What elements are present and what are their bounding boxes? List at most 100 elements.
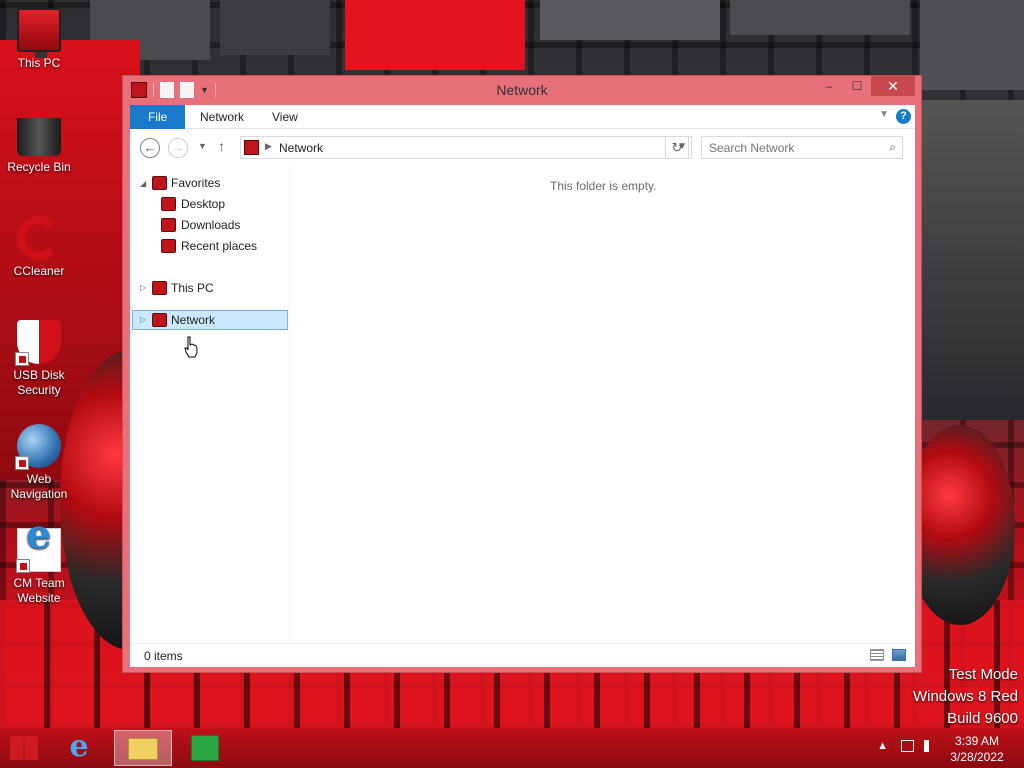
- tree-item-label: Favorites: [171, 176, 221, 190]
- favorites-icon: [152, 176, 167, 190]
- details-view-icon[interactable]: [870, 649, 884, 661]
- tree-item-recent-places[interactable]: Recent places: [161, 236, 281, 256]
- taskbar: e ▲ 3:39 AM 3/28/2022: [0, 728, 1024, 768]
- content-area: ◢ Favorites Desktop Downloads Recent pla…: [130, 165, 915, 643]
- wallpaper-block: [920, 0, 1024, 90]
- tree-item-label: Desktop: [181, 197, 226, 211]
- refresh-button[interactable]: ↻: [665, 136, 689, 159]
- close-button[interactable]: ✕: [871, 76, 915, 96]
- desktop-icon-recycle-bin[interactable]: Recycle Bin: [4, 112, 74, 175]
- downloads-icon: [161, 218, 176, 232]
- tab-view[interactable]: View: [260, 105, 310, 129]
- window-title: Network: [496, 82, 548, 98]
- shortcut-badge-icon: [16, 559, 30, 573]
- shield-icon: [15, 320, 61, 366]
- clock[interactable]: 3:39 AM 3/28/2022: [942, 733, 1012, 765]
- desktop-icon-label: CM Team Website: [13, 576, 65, 605]
- window-controls: – ☐ ✕: [815, 76, 915, 96]
- search-box[interactable]: ⌕: [701, 136, 903, 159]
- network-status-icon[interactable]: [901, 740, 914, 752]
- search-icon[interactable]: ⌕: [889, 140, 896, 155]
- tree-item-label: Downloads: [181, 218, 241, 232]
- search-input[interactable]: [702, 137, 872, 158]
- desktop-icon-label: USB Disk Security: [13, 368, 65, 397]
- taskbar-internet-explorer[interactable]: e: [50, 730, 108, 766]
- wallpaper-block: [220, 0, 330, 55]
- desktop-icon-label: This PC: [17, 56, 61, 70]
- tree-item-favorites[interactable]: ◢ Favorites: [140, 173, 280, 193]
- tree-item-label: Network: [171, 313, 216, 327]
- collapse-arrow-icon[interactable]: ◢: [140, 174, 146, 194]
- taskbar-file-explorer[interactable]: [114, 730, 172, 766]
- desktop-icon-this-pc[interactable]: This PC: [4, 8, 74, 71]
- monitor-icon: [17, 8, 61, 58]
- show-hidden-icons-icon[interactable]: ▲: [877, 740, 888, 752]
- expand-ribbon-chevron-icon[interactable]: ▼: [879, 109, 889, 120]
- up-button[interactable]: ↑: [218, 138, 225, 154]
- network-icon: [152, 313, 167, 327]
- tree-item-label: Recent places: [181, 239, 258, 253]
- test-mode-watermark: Test Mode Windows 8 Red Build 9600: [913, 664, 1018, 730]
- shortcut-badge-icon: [15, 352, 29, 366]
- recent-places-icon: [161, 239, 176, 253]
- internet-explorer-icon: [16, 527, 61, 573]
- clock-time: 3:39 AM: [954, 734, 1000, 748]
- wallpaper-block: [920, 100, 1024, 420]
- address-text[interactable]: Network: [279, 141, 323, 155]
- wallpaper-block: [540, 0, 720, 40]
- window-titlebar[interactable]: ▼ Network – ☐ ✕: [123, 76, 921, 104]
- help-icon[interactable]: ?: [896, 109, 911, 124]
- monitor-icon: [152, 281, 167, 295]
- tree-item-network[interactable]: ▷ Network: [132, 310, 288, 330]
- navigation-bar: ← → ▼ ↑ ▶ Network ▼ ↻ ⌕: [130, 129, 915, 165]
- desktop-icon-label: Recycle Bin: [7, 160, 71, 174]
- desktop-icon-label: Web Navigation: [10, 472, 68, 501]
- back-button[interactable]: ←: [140, 138, 160, 158]
- breadcrumb-chevron-icon[interactable]: ▶: [265, 141, 272, 152]
- desktop-icon-label: CCleaner: [13, 264, 65, 278]
- watermark-line: Build 9600: [947, 710, 1018, 727]
- store-icon: [191, 735, 219, 761]
- internet-explorer-icon: e: [69, 729, 89, 764]
- navigation-pane: ◢ Favorites Desktop Downloads Recent pla…: [130, 165, 290, 643]
- large-icons-view-icon[interactable]: [892, 649, 906, 661]
- recent-locations-chevron-icon[interactable]: ▼: [198, 141, 207, 151]
- empty-folder-message: This folder is empty.: [550, 179, 657, 193]
- expand-arrow-icon[interactable]: ▷: [140, 310, 146, 330]
- watermark-line: Windows 8 Red: [912, 688, 1018, 705]
- desktop-icon: [161, 197, 176, 211]
- ccleaner-icon: [17, 216, 61, 260]
- tab-network[interactable]: Network: [188, 105, 256, 129]
- wallpaper-block: [730, 0, 910, 35]
- shortcut-badge-icon: [15, 456, 29, 470]
- item-count: 0 items: [144, 649, 183, 663]
- tree-item-downloads[interactable]: Downloads: [161, 215, 281, 235]
- desktop-icon-usb-disk-security[interactable]: USB Disk Security: [4, 320, 74, 398]
- recycle-bin-icon: [17, 112, 61, 156]
- clock-date: 3/28/2022: [950, 750, 1004, 764]
- folder-icon: [128, 738, 158, 760]
- expand-arrow-icon[interactable]: ▷: [140, 278, 146, 298]
- taskbar-store[interactable]: [176, 730, 234, 766]
- tree-item-label: This PC: [171, 281, 214, 295]
- forward-button[interactable]: →: [168, 138, 188, 158]
- wallpaper-block: [345, 0, 525, 70]
- desktop-icon-cm-team-website[interactable]: CM Team Website: [4, 527, 74, 606]
- ribbon: File Network View ▼ ?: [130, 105, 915, 129]
- address-bar[interactable]: ▶ Network ▼: [240, 136, 692, 159]
- maximize-button[interactable]: ☐: [843, 76, 871, 96]
- tree-item-desktop[interactable]: Desktop: [161, 194, 281, 214]
- desktop-icon-ccleaner[interactable]: CCleaner: [4, 216, 74, 279]
- desktop-icon-web-navigation[interactable]: Web Navigation: [4, 424, 74, 502]
- tab-file[interactable]: File: [130, 105, 186, 129]
- globe-icon: [15, 424, 61, 470]
- explorer-window: ▼ Network – ☐ ✕ File Network View ▼ ? ← …: [122, 75, 922, 673]
- start-button[interactable]: [10, 736, 38, 760]
- minimize-button[interactable]: –: [815, 76, 843, 96]
- tree-item-this-pc[interactable]: ▷ This PC: [140, 278, 280, 298]
- network-icon: [244, 140, 259, 155]
- hand-cursor-icon: [184, 336, 198, 358]
- watermark-line: Test Mode: [948, 666, 1018, 683]
- status-bar: 0 items: [130, 643, 915, 667]
- volume-muted-icon[interactable]: [924, 740, 936, 752]
